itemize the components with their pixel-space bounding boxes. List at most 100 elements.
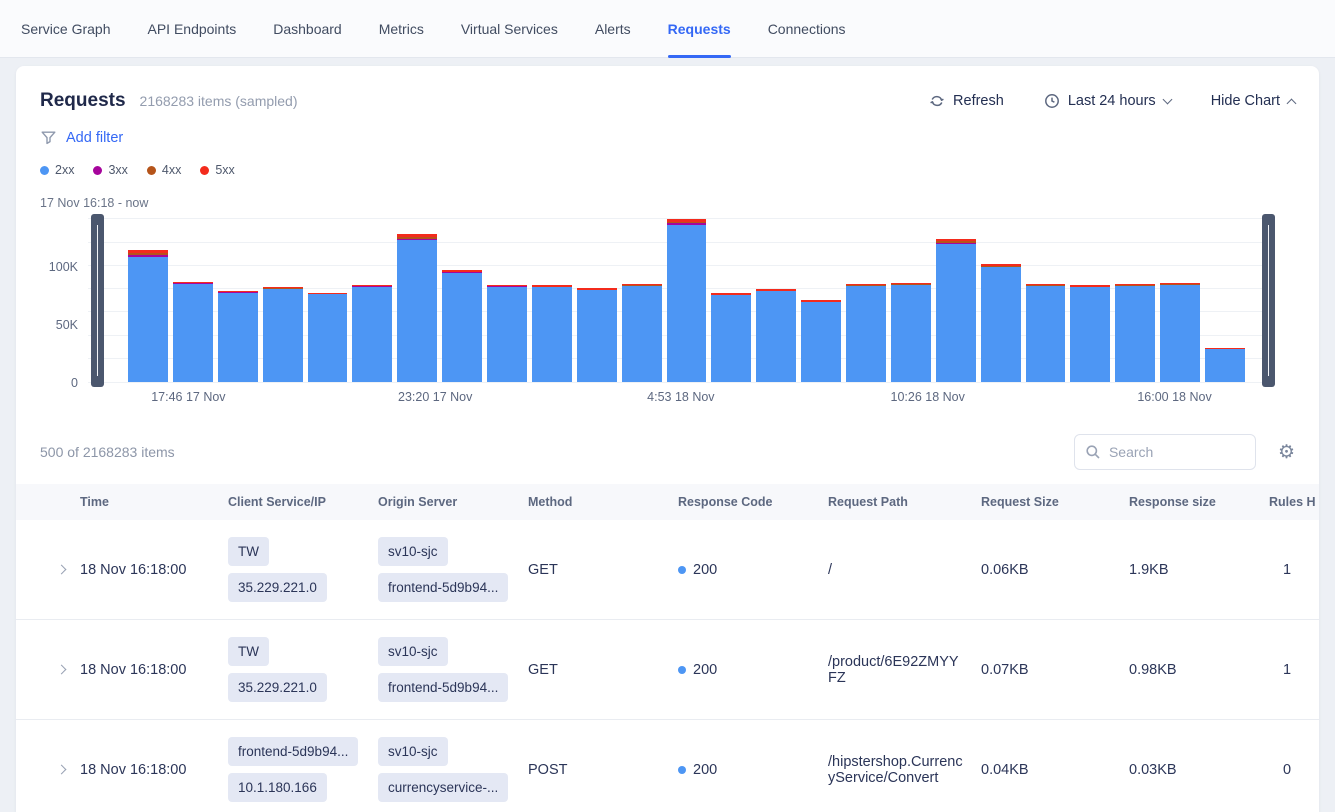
row-expander[interactable] [16, 566, 80, 573]
x-tick-label: 4:53 18 Nov [647, 390, 714, 404]
chart-bar[interactable] [352, 285, 392, 382]
chart-bar[interactable] [128, 250, 168, 382]
chart-bar[interactable] [308, 293, 348, 382]
refresh-button[interactable]: Refresh [929, 93, 1004, 109]
cell-client-service-ip: frontend-5d9b94...10.1.180.166 [228, 737, 378, 802]
cell-request-size: 0.07KB [981, 662, 1129, 678]
chart-bar[interactable] [756, 289, 796, 382]
gear-icon[interactable]: ⚙ [1278, 443, 1295, 462]
nav-tab-requests[interactable]: Requests [668, 0, 731, 58]
column-header-origin-server[interactable]: Origin Server [378, 495, 528, 509]
chart-bar[interactable] [173, 282, 213, 382]
table-row[interactable]: 18 Nov 16:18:00TW35.229.221.0sv10-sjcfro… [16, 520, 1319, 620]
chevron-right-icon [56, 565, 66, 575]
x-tick-label: 10:26 18 Nov [891, 390, 965, 404]
chart-bar[interactable] [442, 270, 482, 382]
column-header-response-code[interactable]: Response Code [678, 495, 828, 509]
chart-bar[interactable] [801, 300, 841, 382]
table-row[interactable]: 18 Nov 16:18:00TW35.229.221.0sv10-sjcfro… [16, 620, 1319, 720]
chart-bar[interactable] [936, 239, 976, 382]
cell-request-size: 0.04KB [981, 762, 1129, 778]
nav-tab-service-graph[interactable]: Service Graph [21, 0, 110, 58]
nav-tab-virtual-services[interactable]: Virtual Services [461, 0, 558, 58]
legend-dot [93, 166, 102, 175]
chart-bar[interactable] [1205, 348, 1245, 382]
legend-item-4xx[interactable]: 4xx [147, 163, 181, 177]
requests-chart: 050K100K 17:46 17 Nov23:20 17 Nov4:53 18… [40, 218, 1295, 418]
legend-item-3xx[interactable]: 3xx [93, 163, 127, 177]
time-range-label: Last 24 hours [1068, 93, 1156, 109]
cell-client-service-ip: TW35.229.221.0 [228, 637, 378, 702]
chart-bar[interactable] [1026, 284, 1066, 382]
requests-panel: Requests 2168283 items (sampled) Refresh [16, 66, 1319, 812]
hide-chart-toggle[interactable]: Hide Chart [1211, 93, 1295, 109]
chart-bar[interactable] [1160, 283, 1200, 382]
chart-bar[interactable] [711, 293, 751, 382]
bar-segment-2xx [1070, 287, 1110, 382]
add-filter-button[interactable]: Add filter [66, 130, 123, 146]
cell-response-code: 200 [678, 662, 828, 678]
nav-tab-api-endpoints[interactable]: API Endpoints [147, 0, 236, 58]
x-axis: 17:46 17 Nov23:20 17 Nov4:53 18 Nov10:26… [88, 390, 1269, 410]
bar-segment-2xx [891, 285, 931, 382]
cell-origin-server: sv10-sjccurrencyservice-... [378, 737, 528, 802]
brush-handle-right[interactable] [1262, 214, 1275, 387]
cell-response-size: 1.9KB [1129, 562, 1269, 578]
column-header-client-service-ip[interactable]: Client Service/IP [228, 495, 378, 509]
bar-segment-2xx [532, 287, 572, 382]
chart-bar[interactable] [532, 285, 572, 382]
bar-segment-2xx [711, 295, 751, 382]
nav-tab-connections[interactable]: Connections [768, 0, 846, 58]
chart-bar[interactable] [263, 287, 303, 382]
row-expander[interactable] [16, 666, 80, 673]
bar-segment-2xx [846, 286, 886, 382]
bar-segment-2xx [1115, 286, 1155, 382]
legend-item-5xx[interactable]: 5xx [200, 163, 234, 177]
chart-bar[interactable] [397, 234, 437, 382]
chart-bar[interactable] [1115, 284, 1155, 382]
time-range-select[interactable]: Last 24 hours [1044, 93, 1171, 109]
chart-bar[interactable] [667, 219, 707, 382]
brush-handle-left[interactable] [91, 214, 104, 387]
requests-table: TimeClient Service/IPOrigin ServerMethod… [16, 484, 1319, 812]
x-tick-label: 17:46 17 Nov [151, 390, 225, 404]
bar-segment-2xx [756, 291, 796, 382]
chart-bar[interactable] [1070, 285, 1110, 382]
bar-segment-2xx [397, 240, 437, 382]
chart-bar[interactable] [622, 284, 662, 382]
table-row[interactable]: 18 Nov 16:18:00frontend-5d9b94...10.1.18… [16, 720, 1319, 812]
legend-label: 2xx [55, 163, 74, 177]
column-header-response-size[interactable]: Response size [1129, 495, 1269, 509]
y-tick-label: 100K [49, 260, 78, 274]
bar-segment-2xx [218, 293, 258, 382]
search-input[interactable] [1109, 444, 1245, 460]
chart-bar[interactable] [981, 264, 1021, 382]
chart-bar[interactable] [218, 291, 258, 382]
nav-tab-alerts[interactable]: Alerts [595, 0, 631, 58]
nav-tab-dashboard[interactable]: Dashboard [273, 0, 342, 58]
row-expander[interactable] [16, 766, 80, 773]
search-box[interactable] [1074, 434, 1256, 470]
column-header-request-size[interactable]: Request Size [981, 495, 1129, 509]
column-header-method[interactable]: Method [528, 495, 678, 509]
chart-bar[interactable] [846, 284, 886, 382]
legend-item-2xx[interactable]: 2xx [40, 163, 74, 177]
chart-bar[interactable] [577, 288, 617, 382]
chevron-up-icon [1287, 98, 1297, 108]
column-header-rules-h[interactable]: Rules H [1269, 495, 1319, 509]
legend-label: 4xx [162, 163, 181, 177]
origin-server-badge: frontend-5d9b94... [378, 673, 508, 702]
bar-segment-2xx [1026, 286, 1066, 382]
chart-bar[interactable] [487, 285, 527, 382]
column-header-request-path[interactable]: Request Path [828, 495, 981, 509]
bar-segment-2xx [442, 273, 482, 382]
chart-bar[interactable] [891, 283, 931, 382]
response-code-value: 200 [693, 762, 717, 778]
chart-range-label: 17 Nov 16:18 - now [40, 196, 1295, 210]
column-header-time[interactable]: Time [80, 495, 228, 509]
legend-label: 5xx [215, 163, 234, 177]
client-service-ip-badge: frontend-5d9b94... [228, 737, 358, 766]
nav-tab-metrics[interactable]: Metrics [379, 0, 424, 58]
bar-segment-2xx [577, 290, 617, 382]
cell-response-size: 0.98KB [1129, 662, 1269, 678]
